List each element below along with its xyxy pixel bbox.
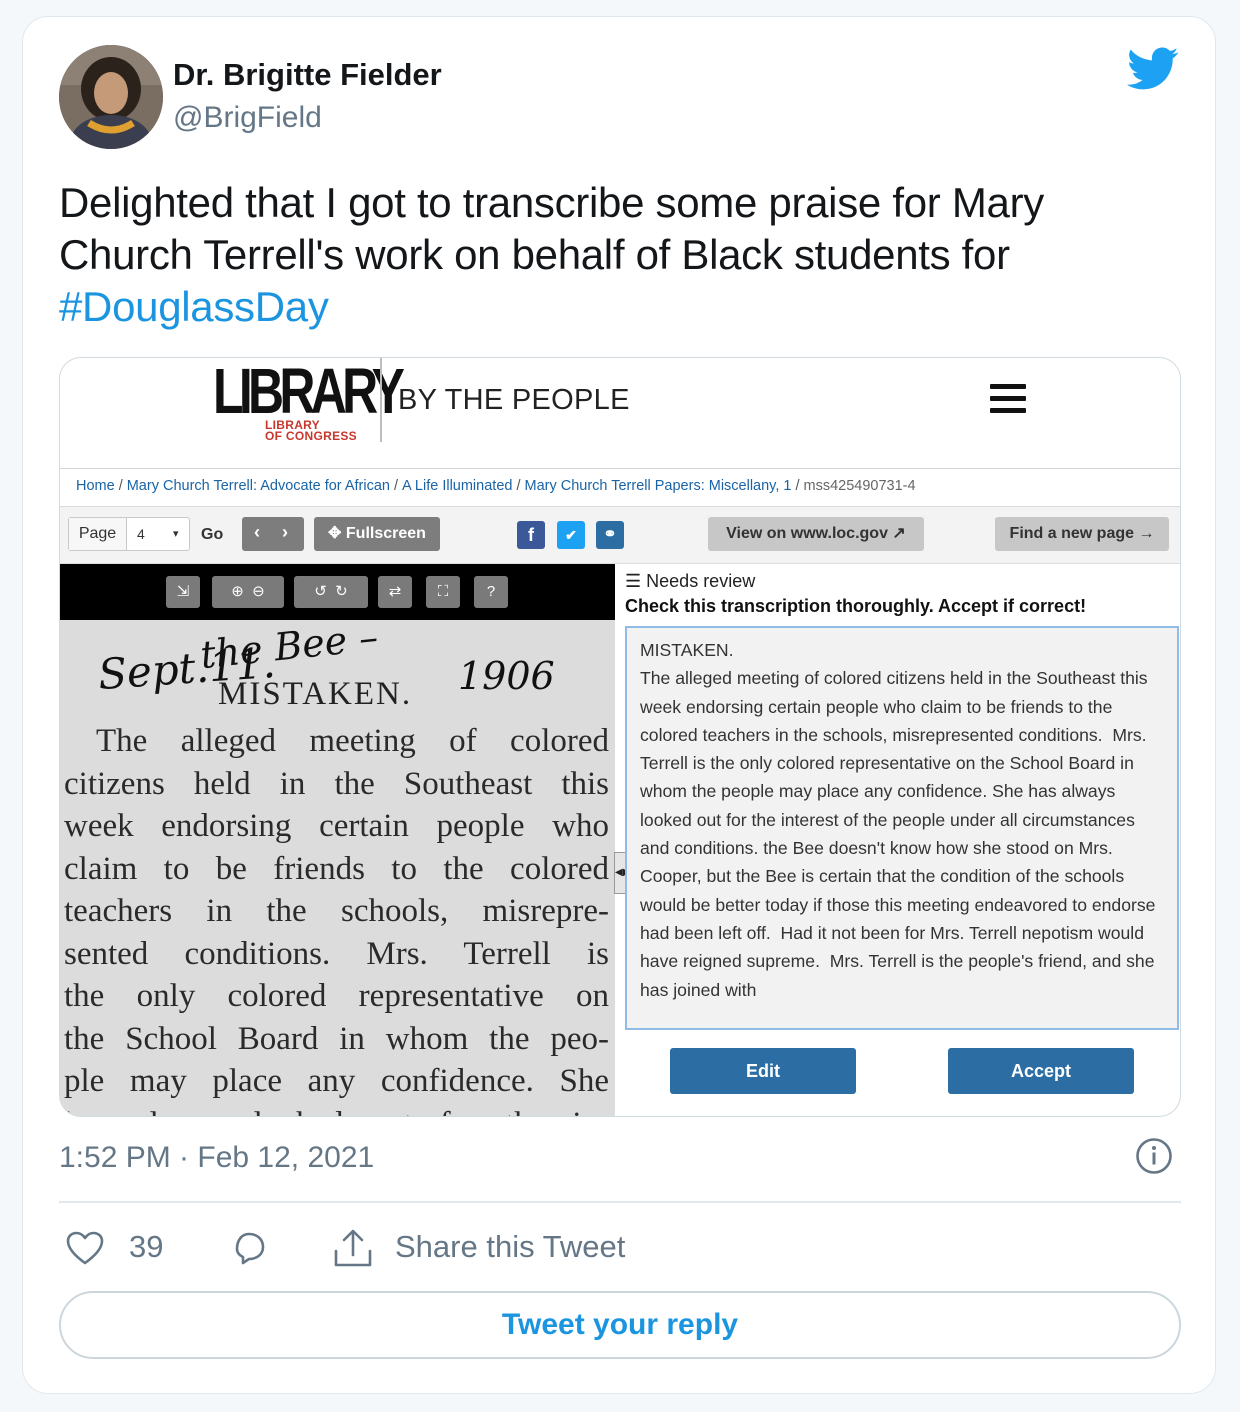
fullscreen-label: Fullscreen — [345, 525, 426, 542]
tweet-your-reply-button[interactable]: Tweet your reply — [59, 1291, 1181, 1359]
logo-subtitle-line-2: OF CONGRESS — [265, 429, 357, 443]
tweet-text: Delighted that I got to transcribe some … — [59, 177, 1179, 333]
breadcrumb-item[interactable]: Mary Church Terrell Papers: Miscellany, … — [524, 478, 791, 494]
newspaper-clipping-image: the Bee – Sept.11. MISTAKEN. 1906 The al… — [60, 620, 615, 1117]
info-icon[interactable] — [1135, 1137, 1173, 1175]
viewer-toolbar: Page 4 ▾ Go ‹ › ✥ Fullscreen f ✔ ⚭ View … — [60, 507, 1180, 564]
copy-link-icon[interactable]: ⚭ — [596, 521, 624, 549]
image-viewer[interactable]: ⇲ ⊕ ⊖ ↺ ↻ ⇄ ⛶ ? the Bee – Sept.11. MISTA… — [60, 564, 615, 1117]
transcription-textarea[interactable]: MISTAKEN. The alleged meeting of colored… — [625, 626, 1179, 1030]
author-display-name[interactable]: Dr. Brigitte Fielder — [173, 57, 442, 93]
clipping-title: MISTAKEN. — [218, 676, 413, 712]
previous-page-icon[interactable]: ‹ — [254, 522, 260, 543]
find-new-page-button[interactable]: Find a new page → — [995, 517, 1169, 551]
clipping-line: the only colored representative on — [64, 978, 609, 1014]
zoom-out-icon[interactable]: ⊖ — [252, 583, 265, 600]
tweet-card: Dr. Brigitte Fielder @BrigField Delighte… — [22, 16, 1216, 1394]
avatar[interactable] — [59, 45, 163, 149]
expand-icon[interactable]: ⛶ — [426, 576, 460, 608]
zoom-controls[interactable]: ⊕ ⊖ — [212, 576, 284, 608]
clipping-year: 1906 — [458, 654, 555, 698]
rotate-controls[interactable]: ↺ ↻ — [294, 576, 368, 608]
facebook-icon[interactable]: f — [517, 521, 545, 549]
zoom-in-icon[interactable]: ⊕ — [231, 583, 244, 600]
clipping-line: the School Board in whom the peo- — [64, 1020, 609, 1057]
tweet-divider — [59, 1201, 1181, 1203]
page-value[interactable]: 4 — [137, 518, 145, 550]
breadcrumb-home[interactable]: Home — [76, 478, 115, 494]
review-status: ☰ Needs review — [625, 571, 755, 592]
page-label: Page — [69, 518, 127, 550]
logo-divider — [380, 358, 382, 442]
transcription-text: MISTAKEN. The alleged meeting of colored… — [640, 640, 1156, 1000]
edit-button[interactable]: Edit — [670, 1048, 856, 1094]
rotate-right-icon[interactable]: ↻ — [335, 583, 348, 600]
view-on-loc-label: View on www.loc.gov — [726, 525, 888, 542]
like-count: 39 — [129, 1229, 164, 1264]
twitter-bird-icon[interactable] — [1127, 47, 1179, 91]
fullscreen-button[interactable]: ✥ Fullscreen — [314, 517, 440, 551]
clipping-line: sented conditions. Mrs. Terrell is — [64, 935, 609, 972]
menu-icon[interactable] — [990, 384, 1026, 414]
logo-subtitle: LIBRARY OF CONGRESS — [265, 419, 357, 443]
breadcrumb-project[interactable]: A Life Illuminated — [402, 478, 512, 494]
clipping-body: The alleged meeting of colored citizens … — [64, 720, 609, 1117]
page-spinner-icon[interactable]: ▾ — [173, 518, 179, 550]
view-on-loc-button[interactable]: View on www.loc.gov ↗ — [708, 517, 924, 551]
go-button[interactable]: Go — [201, 526, 223, 544]
review-instruction: Check this transcription thoroughly. Acc… — [625, 596, 1087, 616]
page-selector[interactable]: Page 4 ▾ — [68, 517, 190, 551]
clipping-line: ple may place any confidence. She — [64, 1063, 609, 1099]
clipping-line: teachers in the schools, misrepre- — [64, 893, 609, 929]
viewer-controls: ⇲ ⊕ ⊖ ↺ ↻ ⇄ ⛶ ? — [60, 564, 615, 620]
help-icon[interactable]: ? — [474, 576, 508, 608]
tweet-timestamp[interactable]: 1:52 PM · Feb 12, 2021 — [59, 1141, 374, 1175]
attached-screenshot[interactable]: LIBRARY LIBRARY OF CONGRESS BY THE PEOPL… — [59, 357, 1181, 1117]
rotate-left-icon[interactable]: ↺ — [314, 583, 327, 600]
external-link-icon: ↗ — [892, 525, 906, 542]
clipping-line: has always looked out for the in- — [64, 1103, 609, 1117]
logo-wordmark: LIBRARY — [213, 357, 405, 427]
tweet-text-line: Church Terrell's work on behalf of Black… — [59, 231, 1010, 278]
share-icon[interactable] — [331, 1227, 375, 1271]
breadcrumb: Home / Mary Church Terrell: Advocate for A… — [76, 478, 916, 494]
library-of-congress-logo[interactable]: LIBRARY LIBRARY OF CONGRESS — [213, 358, 405, 444]
clipping-line: week endorsing certain people who — [64, 808, 609, 844]
site-title[interactable]: BY THE PEOPLE — [398, 384, 630, 417]
move-icon: ✥ — [328, 525, 342, 542]
share-label[interactable]: Share this Tweet — [395, 1229, 625, 1265]
clipping-line: citizens held in the Southeast this — [64, 765, 609, 802]
review-status-label: Needs review — [646, 571, 756, 591]
author-handle[interactable]: @BrigField — [173, 101, 322, 135]
tweet-text-line: Delighted that I got to transcribe some … — [59, 179, 1044, 226]
list-icon: ☰ — [625, 571, 642, 591]
reply-bubble-icon[interactable] — [229, 1227, 269, 1271]
page-nav-buttons[interactable]: ‹ › — [242, 517, 304, 551]
clipping-line: claim to be friends to the colored — [64, 850, 609, 887]
like-heart-icon[interactable] — [65, 1227, 105, 1271]
flip-icon[interactable]: ⇄ — [378, 576, 412, 608]
zoom-fit-icon[interactable]: ⇲ — [166, 576, 200, 608]
next-page-icon[interactable]: › — [282, 522, 288, 543]
breadcrumb-asset: mss425490731-4 — [803, 478, 916, 494]
breadcrumb-campaign[interactable]: Mary Church Terrell: Advocate for Africa… — [127, 478, 390, 494]
twitter-share-icon[interactable]: ✔ — [557, 521, 585, 549]
clipping-line: The alleged meeting of colored — [96, 723, 609, 759]
hashtag-link[interactable]: #DouglassDay — [59, 283, 329, 330]
accept-button[interactable]: Accept — [948, 1048, 1134, 1094]
